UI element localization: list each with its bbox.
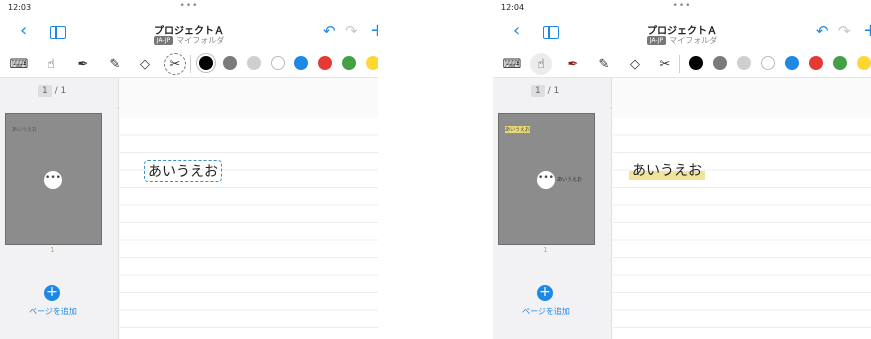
page-thumbnail[interactable]: あいうえお •••: [5, 113, 102, 245]
page-sidebar: 1 / 1 あいうえお ••• あいうえお 1 + ページを追加: [493, 78, 612, 339]
thumbnail-text: あいうえお: [505, 126, 531, 133]
keyboard-icon[interactable]: ⌨: [501, 53, 523, 75]
screenshot-after: 12:04 ••• ‹ プロジェクトＡ JA-JP マイフォルダ ↶ ↷ + ⌨ …: [493, 0, 871, 339]
page-total: / 1: [54, 86, 67, 96]
thumbnail-text: あいうえお: [12, 127, 38, 133]
color-swatch-green[interactable]: [342, 56, 356, 70]
thumbnail-page-number: 1: [543, 246, 548, 254]
window-menu-dots[interactable]: •••: [0, 1, 378, 11]
color-swatch-green[interactable]: [833, 56, 847, 70]
highlighter-icon[interactable]: ✎: [104, 53, 126, 75]
page-current: 1: [38, 85, 52, 97]
thumbnail-page-number: 1: [50, 246, 55, 254]
toolbar-divider: [679, 55, 680, 73]
lined-paper[interactable]: あいうえお: [120, 118, 378, 339]
highlighter-icon[interactable]: ✎: [593, 53, 615, 75]
nav-bar: ‹ プロジェクトＡ JA-JP マイフォルダ ↶ ↷ +: [493, 14, 871, 50]
color-swatch-blue[interactable]: [785, 56, 799, 70]
page-indicator: 1 / 1: [531, 85, 560, 97]
color-swatch-white[interactable]: [761, 56, 775, 70]
page-current: 1: [531, 85, 545, 97]
note-canvas[interactable]: · あいうえお: [117, 78, 378, 339]
lasso-icon[interactable]: ✂: [654, 53, 676, 75]
eraser-icon[interactable]: ◇: [134, 53, 156, 75]
nav-bar: ‹ プロジェクトＡ JA-JP マイフォルダ ↶ ↷ +: [0, 14, 378, 50]
document-subtitle: JA-JP マイフォルダ: [0, 35, 378, 46]
document-subtitle: JA-JP マイフォルダ: [493, 35, 871, 46]
color-swatch-blue[interactable]: [294, 56, 308, 70]
color-swatch-gray[interactable]: [223, 56, 237, 70]
keyboard-icon[interactable]: ⌨: [8, 53, 30, 75]
color-swatch-red[interactable]: [809, 56, 823, 70]
color-swatch-red[interactable]: [318, 56, 332, 70]
redo-icon[interactable]: ↷: [345, 22, 358, 40]
canvas-marker: ·: [610, 106, 612, 113]
handwritten-text-selected[interactable]: あいうえお: [144, 160, 222, 182]
color-swatch-gray[interactable]: [713, 56, 727, 70]
add-icon[interactable]: +: [370, 20, 378, 41]
language-badge: JA-JP: [646, 36, 667, 45]
pen-icon[interactable]: ✒: [562, 53, 584, 75]
color-swatch-yellow[interactable]: [857, 56, 871, 70]
folder-name[interactable]: マイフォルダ: [176, 36, 224, 45]
eraser-icon[interactable]: ◇: [624, 53, 646, 75]
thumbnail-text-preview: あいうえお: [557, 177, 583, 183]
hand-icon[interactable]: ☝: [530, 53, 552, 75]
tool-bar: ⌨ ☝ ✒ ✎ ◇ ✂: [0, 51, 378, 78]
add-icon[interactable]: +: [863, 20, 871, 41]
folder-name[interactable]: マイフォルダ: [669, 36, 717, 45]
language-badge: JA-JP: [153, 36, 174, 45]
color-swatch-yellow[interactable]: [366, 56, 378, 70]
redo-icon[interactable]: ↷: [838, 22, 851, 40]
canvas-marker: ·: [117, 106, 119, 113]
add-page-label[interactable]: ページを追加: [0, 306, 106, 317]
thumbnail-more-button[interactable]: •••: [537, 171, 555, 189]
undo-icon[interactable]: ↶: [323, 22, 336, 40]
page-thumbnail[interactable]: あいうえお ••• あいうえお: [498, 113, 595, 245]
color-swatch-light-gray[interactable]: [737, 56, 751, 70]
pen-icon[interactable]: ✒: [72, 53, 94, 75]
add-page-label[interactable]: ページを追加: [493, 306, 599, 317]
undo-icon[interactable]: ↶: [816, 22, 829, 40]
tool-bar: ⌨ ☝ ✒ ✎ ◇ ✂: [493, 51, 871, 78]
add-page-icon[interactable]: +: [44, 285, 60, 301]
color-swatch-light-gray[interactable]: [247, 56, 261, 70]
color-swatch-white[interactable]: [271, 56, 285, 70]
note-canvas[interactable]: · あいうえお: [610, 78, 871, 339]
page-sidebar: 1 / 1 あいうえお ••• 1 + ページを追加: [0, 78, 119, 339]
hand-icon[interactable]: ☝: [40, 53, 62, 75]
toolbar-divider: [190, 55, 191, 73]
page-total: / 1: [547, 86, 560, 96]
color-swatch-black[interactable]: [689, 56, 703, 70]
color-swatch-black[interactable]: [199, 56, 213, 70]
thumbnail-more-button[interactable]: •••: [44, 171, 62, 189]
lined-paper[interactable]: あいうえお: [613, 118, 871, 339]
add-page-icon[interactable]: +: [537, 285, 553, 301]
page-indicator: 1 / 1: [38, 85, 67, 97]
lasso-icon[interactable]: ✂: [164, 53, 186, 75]
handwritten-text-highlighted[interactable]: あいうえお: [629, 160, 705, 180]
window-menu-dots[interactable]: •••: [493, 1, 871, 11]
screenshot-before: 12:03 ••• ‹ プロジェクトＡ JA-JP マイフォルダ ↶ ↷ + ⌨ …: [0, 0, 378, 339]
